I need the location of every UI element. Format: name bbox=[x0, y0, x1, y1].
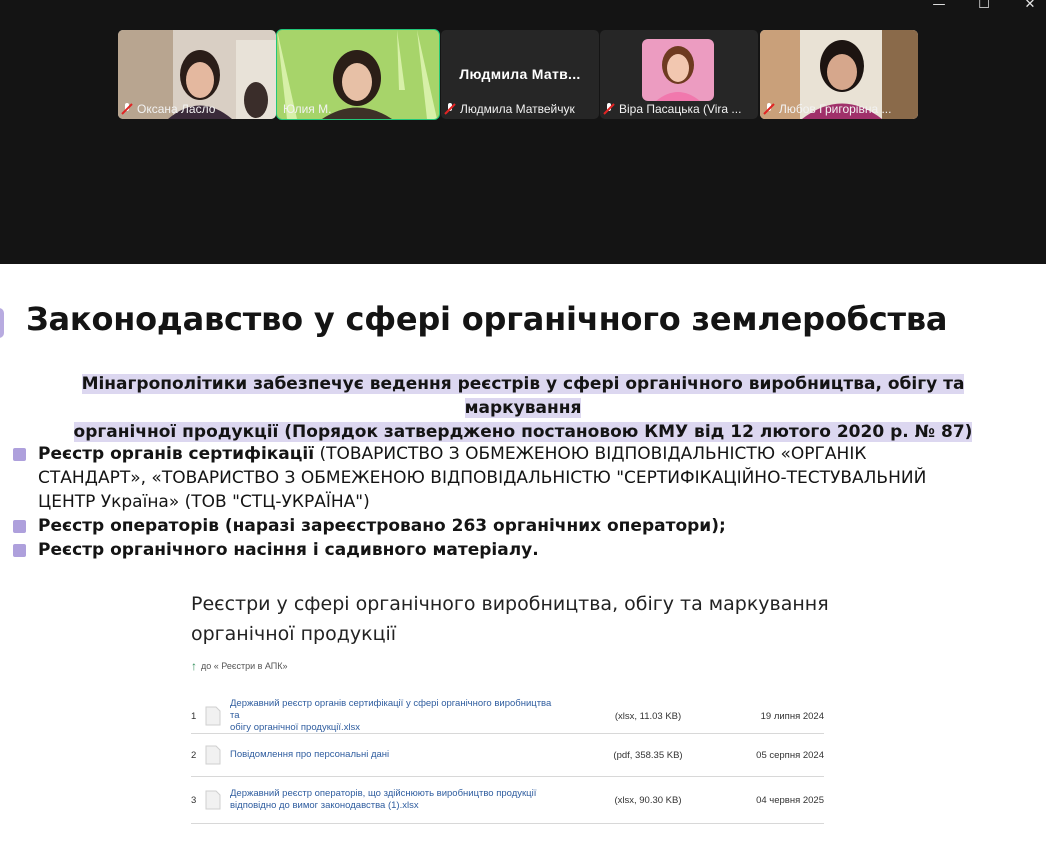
table-row: 2 Повідомлення про персональні дані (pdf… bbox=[191, 734, 824, 777]
participant-name: Любов Григорівна ... bbox=[779, 102, 892, 116]
registry-file-list: 1 Державний реєстр органів сертифікації … bbox=[191, 698, 824, 824]
table-row: 3 Державний реєстр операторів, що здійсн… bbox=[191, 777, 824, 824]
participant-name: Людмила Матвейчук bbox=[460, 102, 575, 116]
bullet-bold-text: Реєстр операторів (наразі зареєстровано … bbox=[38, 516, 726, 536]
arrow-up-icon: ↑ bbox=[191, 659, 197, 673]
file-date: 04 червня 2025 bbox=[756, 794, 824, 806]
row-number: 3 bbox=[191, 794, 197, 806]
participant-tile[interactable]: Любов Григорівна ... bbox=[760, 30, 918, 119]
shared-screen-slide: Законодавство у сфері органічного землер… bbox=[0, 264, 1046, 863]
bullet-item: Реєстр органів сертифікації (ТОВАРИСТВО … bbox=[13, 442, 973, 514]
mic-muted-icon bbox=[603, 103, 615, 115]
bullet-item: Реєстр операторів (наразі зареєстровано … bbox=[13, 514, 973, 538]
mic-muted-icon bbox=[763, 103, 775, 115]
table-row: 1 Державний реєстр органів сертифікації … bbox=[191, 698, 824, 734]
back-link-label: до « Реєстри в АПК» bbox=[201, 661, 288, 671]
participant-tile[interactable]: Віра Пасацька (Vira ... bbox=[600, 30, 758, 119]
slide-title-accent bbox=[0, 308, 4, 338]
participant-tile[interactable]: Людмила Матв... Людмила Матвейчук bbox=[441, 30, 599, 119]
file-meta: (xlsx, 90.30 KB) bbox=[614, 794, 682, 806]
file-date: 19 липня 2024 bbox=[760, 710, 824, 722]
file-icon bbox=[205, 790, 221, 810]
participant-display-name: Людмила Матв... bbox=[459, 66, 581, 82]
bullet-bold-text: Реєстр органів сертифікації bbox=[38, 444, 315, 464]
back-link[interactable]: ↑ до « Реєстри в АПК» bbox=[191, 659, 831, 673]
file-meta: (pdf, 358.35 KB) bbox=[613, 749, 683, 761]
mic-muted-icon bbox=[121, 103, 133, 115]
registry-page-title: Реєстри у сфері органічного виробництва,… bbox=[191, 589, 831, 649]
registry-title-line-1: Реєстри у сфері органічного виробництва,… bbox=[191, 593, 829, 615]
file-link[interactable]: Повідомлення про персональні дані bbox=[230, 749, 560, 761]
registry-title-line-2: органічної продукції bbox=[191, 623, 397, 645]
participant-tile-active[interactable]: Юлия М. bbox=[276, 29, 440, 120]
file-date: 05 серпня 2024 bbox=[756, 749, 824, 761]
participant-avatar bbox=[642, 39, 714, 101]
bullet-marker bbox=[13, 544, 26, 557]
participant-name: Юлия М. bbox=[283, 102, 332, 116]
bullet-marker bbox=[13, 448, 26, 461]
participant-name: Оксана Ласло bbox=[137, 102, 216, 116]
bullet-marker bbox=[13, 520, 26, 533]
file-meta: (xlsx, 11.03 KB) bbox=[614, 710, 682, 722]
file-icon bbox=[205, 706, 221, 726]
bullet-list: Реєстр органів сертифікації (ТОВАРИСТВО … bbox=[13, 442, 973, 562]
bullet-bold-text: Реєстр органічного насіння і садивного м… bbox=[38, 540, 539, 560]
embedded-webpage-screenshot: Реєстри у сфері органічного виробництва,… bbox=[191, 589, 831, 824]
highlighted-statement: Мінагрополітики забезпечує ведення реєст… bbox=[28, 372, 1018, 444]
participant-name: Віра Пасацька (Vira ... bbox=[619, 102, 742, 116]
close-button[interactable]: ✕ bbox=[1015, 0, 1045, 12]
mic-muted-icon bbox=[444, 103, 456, 115]
maximize-button[interactable]: ☐ bbox=[969, 0, 999, 12]
row-number: 1 bbox=[191, 710, 197, 722]
file-link[interactable]: Державний реєстр операторів, що здійснюю… bbox=[230, 788, 560, 812]
slide-title: Законодавство у сфері органічного землер… bbox=[26, 300, 948, 338]
highlight-line-1: Мінагрополітики забезпечує ведення реєст… bbox=[81, 374, 965, 418]
highlight-line-2: органічної продукції (Порядок затверджен… bbox=[73, 422, 973, 442]
minimize-button[interactable]: — bbox=[924, 0, 954, 12]
row-number: 2 bbox=[191, 749, 197, 761]
file-icon bbox=[205, 745, 221, 765]
bullet-item: Реєстр органічного насіння і садивного м… bbox=[13, 538, 973, 562]
video-gallery: — ☐ ✕ Оксана Ласло Юлия М. Людмила Матв.… bbox=[0, 0, 1046, 264]
participant-tile[interactable]: Оксана Ласло bbox=[118, 30, 276, 119]
file-link[interactable]: Державний реєстр органів сертифікації у … bbox=[230, 698, 560, 734]
